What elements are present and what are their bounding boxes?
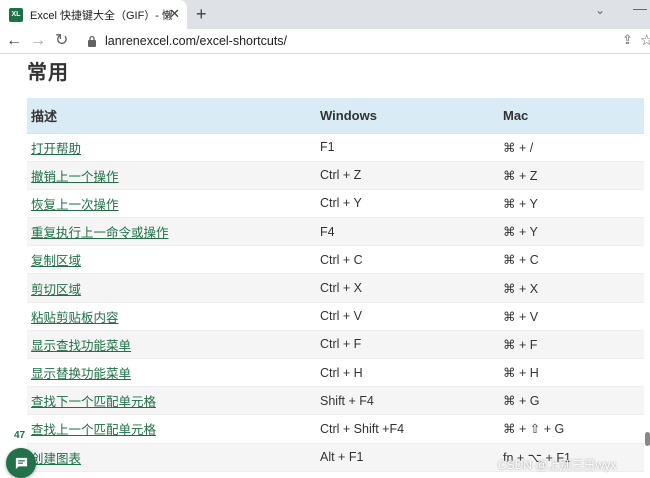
table-row: 显示查找功能菜单 Ctrl + F ⌘ + F [27,330,644,360]
description-cell: 重复执行上一命令或操作 [27,217,316,247]
minimize-icon[interactable]: — [633,0,647,16]
windows-shortcut-cell: Ctrl + V [316,302,499,331]
windows-shortcut-cell: Ctrl + C [316,245,499,275]
description-cell: 打开帮助 [27,133,316,162]
scrollbar-thumb[interactable] [645,432,650,446]
back-icon[interactable]: ← [6,31,22,51]
mac-shortcut-cell: ⌘ + / [499,133,644,162]
shortcuts-table: 描述 Windows Mac 打开帮助 F1 ⌘ + / 撤销上一个操作 Ctrl + … [27,98,644,472]
description-link[interactable]: 查找上一个匹配单元格 [31,423,156,437]
comment-icon [15,457,27,469]
table-header-row: 描述 Windows Mac [27,98,644,134]
mac-shortcut-cell: ⌘ + G [499,386,644,416]
page-content: 常用 描述 Windows Mac 打开帮助 F1 ⌘ + / 撤销上一个操作 Ctrl… [0,54,650,478]
mac-shortcut-cell: ⌘ + C [499,245,644,275]
windows-shortcut-cell: F4 [316,217,499,247]
description-link[interactable]: 撤销上一个操作 [31,170,119,184]
forward-icon[interactable]: → [30,31,46,51]
description-link[interactable]: 创建图表 [31,452,81,466]
star-icon[interactable]: ☆ [640,31,650,49]
mac-shortcut-cell: ⌘ + V [499,302,644,331]
table-row: 剪切区域 Ctrl + X ⌘ + X [27,273,644,303]
header-description: 描述 [27,98,316,134]
comment-button[interactable] [6,448,36,478]
description-cell: 显示替换功能菜单 [27,358,316,388]
header-windows: Windows [316,98,499,134]
windows-shortcut-cell: Ctrl + Shift +F4 [316,414,499,444]
windows-shortcut-cell: Ctrl + Y [316,189,499,219]
description-cell: 恢复上一次操作 [27,189,316,219]
windows-shortcut-cell: Shift + F4 [316,386,499,416]
description-link[interactable]: 显示查找功能菜单 [31,339,131,353]
description-link[interactable]: 剪切区域 [31,283,81,297]
windows-shortcut-cell: F1 [316,133,499,162]
description-link[interactable]: 打开帮助 [31,142,81,156]
windows-shortcut-cell: Ctrl + H [316,358,499,388]
address-bar[interactable]: lanrenexcel.com/excel-shortcuts/ [105,34,287,48]
description-link[interactable]: 粘贴剪贴板内容 [31,311,119,325]
mac-shortcut-cell: ⌘ + X [499,273,644,303]
description-cell: 复制区域 [27,245,316,275]
reload-icon[interactable]: ↻ [55,31,68,51]
browser-toolbar: ← → ↻ lanrenexcel.com/excel-shortcuts/ ⇪… [0,29,650,54]
watermark: CSDN @上别三日wyx [498,458,617,472]
mac-shortcut-cell: ⌘ + ⇧ + G [499,414,644,444]
mac-shortcut-cell: ⌘ + H [499,358,644,388]
description-cell: 查找上一个匹配单元格 [27,414,316,444]
windows-shortcut-cell: Alt + F1 [316,443,499,472]
mac-shortcut-cell: ⌘ + Z [499,161,644,190]
share-icon[interactable]: ⇪ [622,32,633,48]
windows-shortcut-cell: Ctrl + Z [316,161,499,190]
description-cell: 显示查找功能菜单 [27,330,316,360]
table-row: 复制区域 Ctrl + C ⌘ + C [27,245,644,275]
table-row: 显示替换功能菜单 Ctrl + H ⌘ + H [27,358,644,388]
close-icon[interactable]: ✕ [169,7,180,21]
windows-shortcut-cell: Ctrl + X [316,273,499,303]
description-cell: 查找下一个匹配单元格 [27,386,316,416]
description-cell: 粘贴剪贴板内容 [27,302,316,331]
excel-favicon-icon: XL [9,7,23,22]
table-row: 粘贴剪贴板内容 Ctrl + V ⌘ + V [27,302,644,331]
mac-shortcut-cell: ⌘ + Y [499,217,644,247]
header-mac: Mac [499,98,644,134]
description-link[interactable]: 查找下一个匹配单元格 [31,395,156,409]
table-row: 查找下一个匹配单元格 Shift + F4 ⌘ + G [27,386,644,416]
table-row: 恢复上一次操作 Ctrl + Y ⌘ + Y [27,189,644,219]
tab-title: Excel 快捷键大全（GIF）- 懒人Excel [30,9,172,22]
comment-count: 47 [14,430,26,441]
browser-tab[interactable]: XL Excel 快捷键大全（GIF）- 懒人Excel ✕ [0,0,187,29]
tab-strip: XL Excel 快捷键大全（GIF）- 懒人Excel ✕ + ⌄ — [0,0,650,29]
table-row: 查找上一个匹配单元格 Ctrl + Shift +F4 ⌘ + ⇧ + G [27,414,644,444]
description-cell: 撤销上一个操作 [27,161,316,190]
table-row: 打开帮助 F1 ⌘ + / [27,133,644,162]
mac-shortcut-cell: ⌘ + Y [499,189,644,219]
table-row: 撤销上一个操作 Ctrl + Z ⌘ + Z [27,161,644,190]
lock-icon[interactable] [87,35,97,47]
description-link[interactable]: 恢复上一次操作 [31,198,119,212]
section-heading: 常用 [27,62,69,84]
new-tab-icon[interactable]: + [196,4,207,24]
chevron-down-icon[interactable]: ⌄ [595,3,605,17]
description-link[interactable]: 复制区域 [31,254,81,268]
description-link[interactable]: 重复执行上一命令或操作 [31,226,169,240]
description-cell: 剪切区域 [27,273,316,303]
windows-shortcut-cell: Ctrl + F [316,330,499,360]
mac-shortcut-cell: ⌘ + F [499,330,644,360]
table-row: 重复执行上一命令或操作 F4 ⌘ + Y [27,217,644,247]
description-cell: 创建图表 [27,443,316,472]
description-link[interactable]: 显示替换功能菜单 [31,367,131,381]
